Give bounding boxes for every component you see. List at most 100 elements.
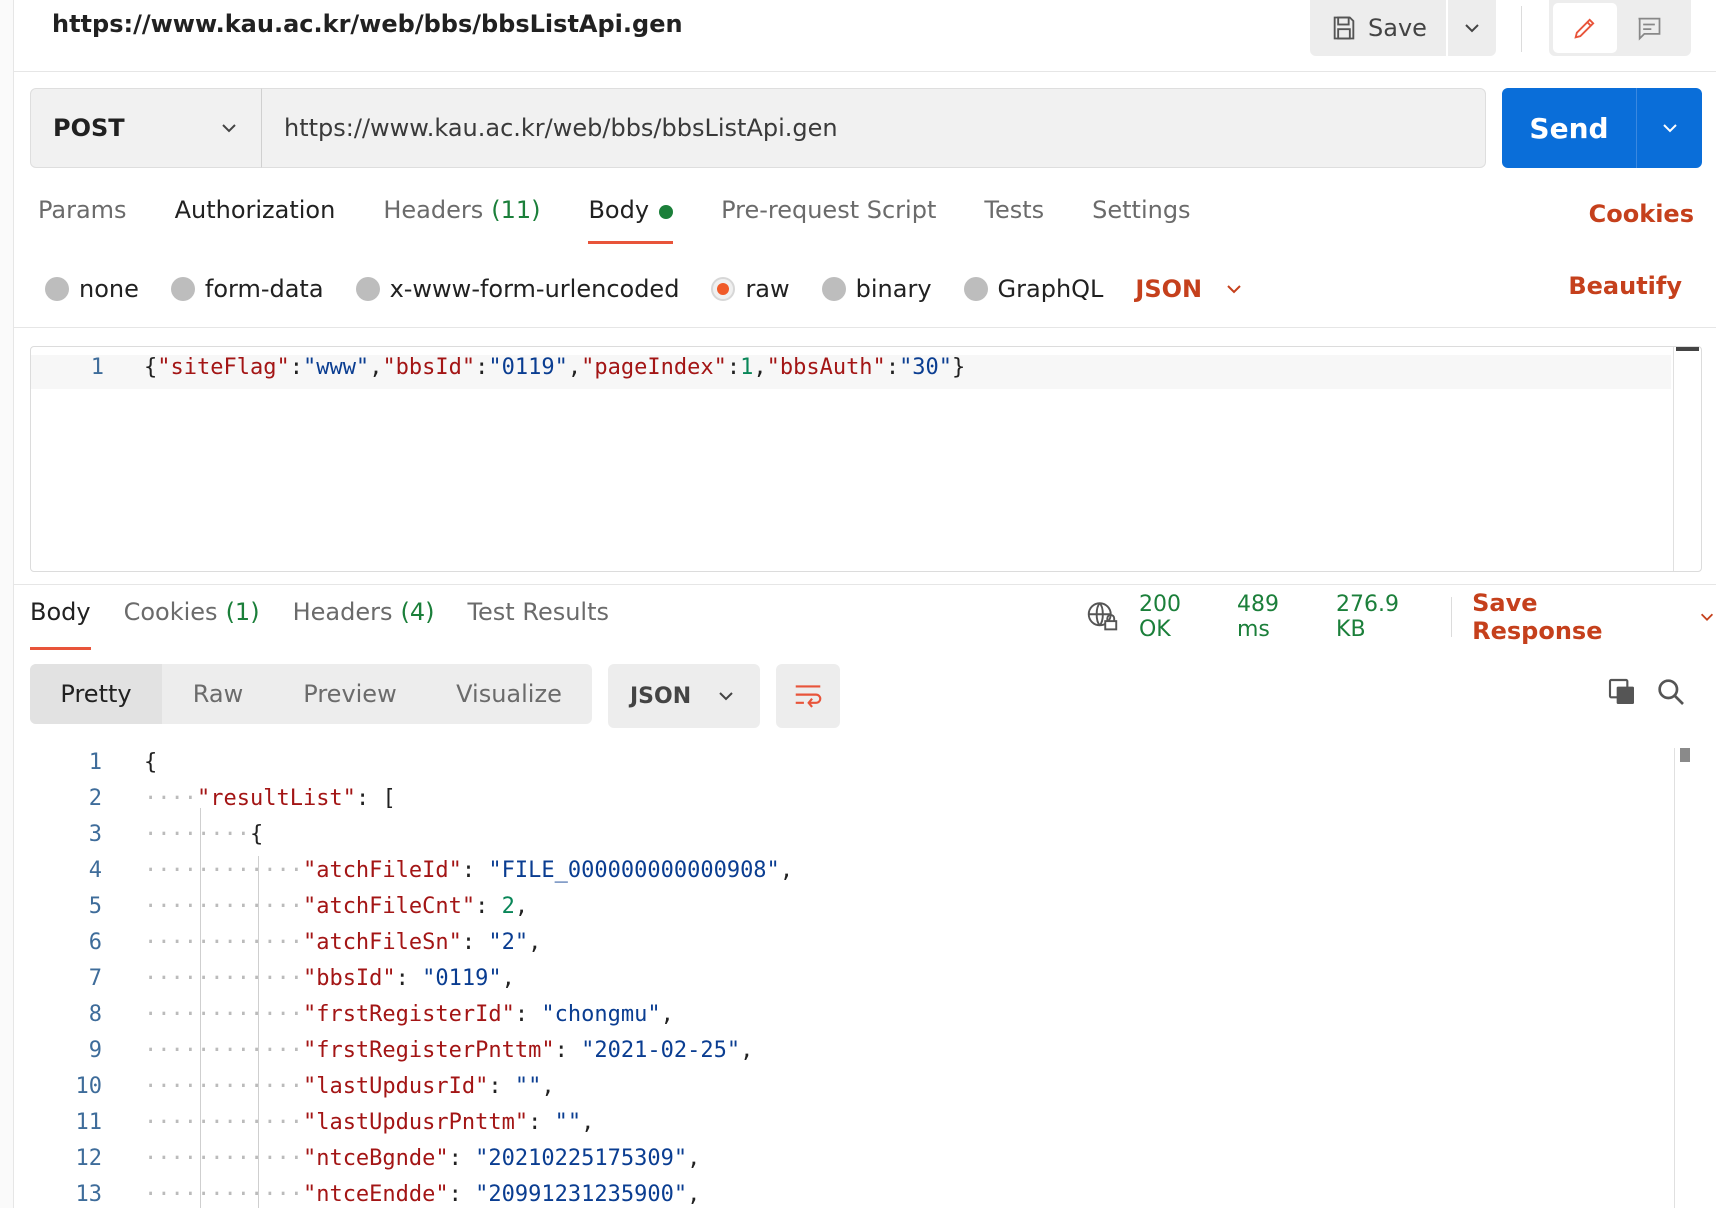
- editor-scrollbar[interactable]: [1673, 347, 1701, 571]
- scrollbar-thumb[interactable]: [1676, 347, 1699, 351]
- tab-response-cookies[interactable]: Cookies (1): [124, 598, 260, 650]
- indent-whitespace: ············: [144, 930, 303, 955]
- wrap-lines-icon: [795, 685, 822, 708]
- line-number: 4: [88, 858, 102, 883]
- request-title[interactable]: https://www.kau.ac.kr/web/bbs/bbsListApi…: [52, 10, 683, 38]
- divider: [14, 327, 1716, 328]
- comments-button[interactable]: [1617, 3, 1681, 53]
- code-token: "bbsAuth": [766, 355, 886, 380]
- radio-binary[interactable]: binary: [821, 275, 932, 303]
- tab-settings[interactable]: Settings: [1092, 196, 1190, 248]
- code-token: "": [554, 1110, 582, 1135]
- response-body-editor[interactable]: 1{2 ····"resultList": [3 ········{4 ·······…: [14, 748, 1674, 1208]
- response-size[interactable]: 276.9 KB: [1336, 592, 1427, 642]
- radio-x-www-form-urlencoded[interactable]: x-www-form-urlencoded: [355, 275, 679, 303]
- response-time[interactable]: 489 ms: [1237, 592, 1312, 642]
- code-token: "lastUpdusrId": [302, 1074, 489, 1099]
- beautify-link[interactable]: Beautify: [1568, 272, 1682, 300]
- radio-raw[interactable]: raw: [711, 275, 790, 303]
- copy-icon[interactable]: [1606, 676, 1638, 712]
- code-token: :: [885, 355, 900, 380]
- view-visualize[interactable]: Visualize: [426, 664, 592, 724]
- code-token: "pageIndex": [581, 355, 727, 380]
- code-line: ············"ntceBgnde": "20210225175309…: [144, 1146, 700, 1171]
- code-line: ········{: [144, 822, 263, 847]
- radio-form-data[interactable]: form-data: [170, 275, 324, 303]
- radio-graphql[interactable]: GraphQL: [963, 275, 1104, 303]
- radio-none[interactable]: none: [45, 275, 139, 303]
- code-token: 2: [501, 894, 515, 919]
- code-token: "frstRegisterPnttm": [302, 1038, 555, 1063]
- code-token: :: [355, 786, 383, 811]
- method-select[interactable]: POST: [30, 88, 262, 168]
- tab-authorization[interactable]: Authorization: [175, 196, 336, 248]
- wrap-lines-button[interactable]: [776, 664, 840, 728]
- tab-pre-request-script[interactable]: Pre-request Script: [721, 196, 936, 248]
- code-token: {: [144, 750, 158, 775]
- indent-whitespace: ············: [144, 966, 303, 991]
- save-options-dropdown[interactable]: [1448, 0, 1496, 56]
- response-scrollbar[interactable]: [1674, 748, 1690, 1208]
- radio-circle-selected: [711, 277, 736, 301]
- save-response-dropdown[interactable]: Save Response: [1472, 589, 1716, 645]
- response-format-select[interactable]: JSON: [608, 664, 760, 728]
- tab-response-headers[interactable]: Headers (4): [293, 598, 435, 650]
- view-pretty[interactable]: Pretty: [30, 664, 162, 724]
- code-token: ,: [501, 966, 515, 991]
- line-number: 3: [88, 822, 102, 847]
- url-input[interactable]: https://www.kau.ac.kr/web/bbs/bbsListApi…: [261, 88, 1486, 168]
- response-meta: 200 OK 489 ms 276.9 KB Save Response: [1086, 589, 1716, 645]
- divider: [1521, 6, 1522, 52]
- headers-count: (4): [400, 598, 435, 626]
- code-token: "siteFlag": [157, 355, 290, 380]
- save-label: Save: [1368, 14, 1427, 42]
- search-icon[interactable]: [1655, 676, 1687, 712]
- tab-tests[interactable]: Tests: [984, 196, 1044, 248]
- indent-whitespace: ············: [144, 1182, 303, 1207]
- code-token: "lastUpdusrPnttm": [302, 1110, 529, 1135]
- language-value: JSON: [1135, 275, 1203, 303]
- code-token: ,: [528, 930, 542, 955]
- code-line: ············"lastUpdusrPnttm": "",: [144, 1110, 594, 1135]
- divider: [1451, 597, 1453, 637]
- code-token: :: [488, 1074, 515, 1099]
- code-token: :: [554, 1038, 582, 1063]
- radio-label: form-data: [204, 275, 324, 303]
- tab-headers[interactable]: Headers (11): [383, 196, 540, 248]
- cookies-link[interactable]: Cookies: [1589, 200, 1694, 228]
- tab-response-body[interactable]: Body: [30, 598, 91, 650]
- cookies-count: (1): [225, 598, 260, 626]
- tab-test-results[interactable]: Test Results: [467, 598, 609, 650]
- code-token: "2021-02-25": [581, 1038, 741, 1063]
- response-view-switcher: Pretty Raw Preview Visualize: [30, 664, 592, 724]
- code-token: :: [448, 1146, 476, 1171]
- send-options-dropdown[interactable]: [1636, 88, 1702, 168]
- body-language-select[interactable]: JSON: [1135, 275, 1244, 303]
- code-token: ,: [514, 894, 529, 919]
- line-number: 1: [88, 750, 102, 775]
- save-button[interactable]: Save: [1310, 0, 1446, 56]
- tab-label: Headers: [292, 598, 393, 626]
- edit-mode-button[interactable]: [1553, 3, 1617, 53]
- code-token: {: [144, 355, 158, 380]
- chevron-down-icon: [1227, 285, 1241, 294]
- send-button[interactable]: Send: [1502, 88, 1636, 168]
- code-token: "bbsId": [302, 966, 396, 991]
- code-token: "atchFileId": [302, 858, 462, 883]
- request-body-editor[interactable]: 1 {"siteFlag":"www","bbsId":"0119","page…: [30, 346, 1702, 572]
- view-raw[interactable]: Raw: [162, 664, 274, 724]
- tab-params[interactable]: Params: [38, 196, 127, 248]
- globe-lock-icon[interactable]: [1086, 599, 1119, 635]
- indent-whitespace: ············: [144, 1110, 303, 1135]
- line-number: 13: [75, 1182, 103, 1207]
- indent-whitespace: ············: [144, 858, 303, 883]
- view-preview[interactable]: Preview: [274, 664, 426, 724]
- line-number: 12: [75, 1146, 103, 1171]
- radio-label: GraphQL: [997, 275, 1104, 303]
- status-code[interactable]: 200 OK: [1139, 592, 1213, 642]
- code-token: "FILE_000000000000908": [488, 858, 780, 883]
- tab-body[interactable]: Body: [588, 196, 674, 248]
- code-token: "www": [302, 355, 370, 380]
- code-token: ,: [753, 355, 767, 380]
- scrollbar-thumb[interactable]: [1680, 748, 1690, 762]
